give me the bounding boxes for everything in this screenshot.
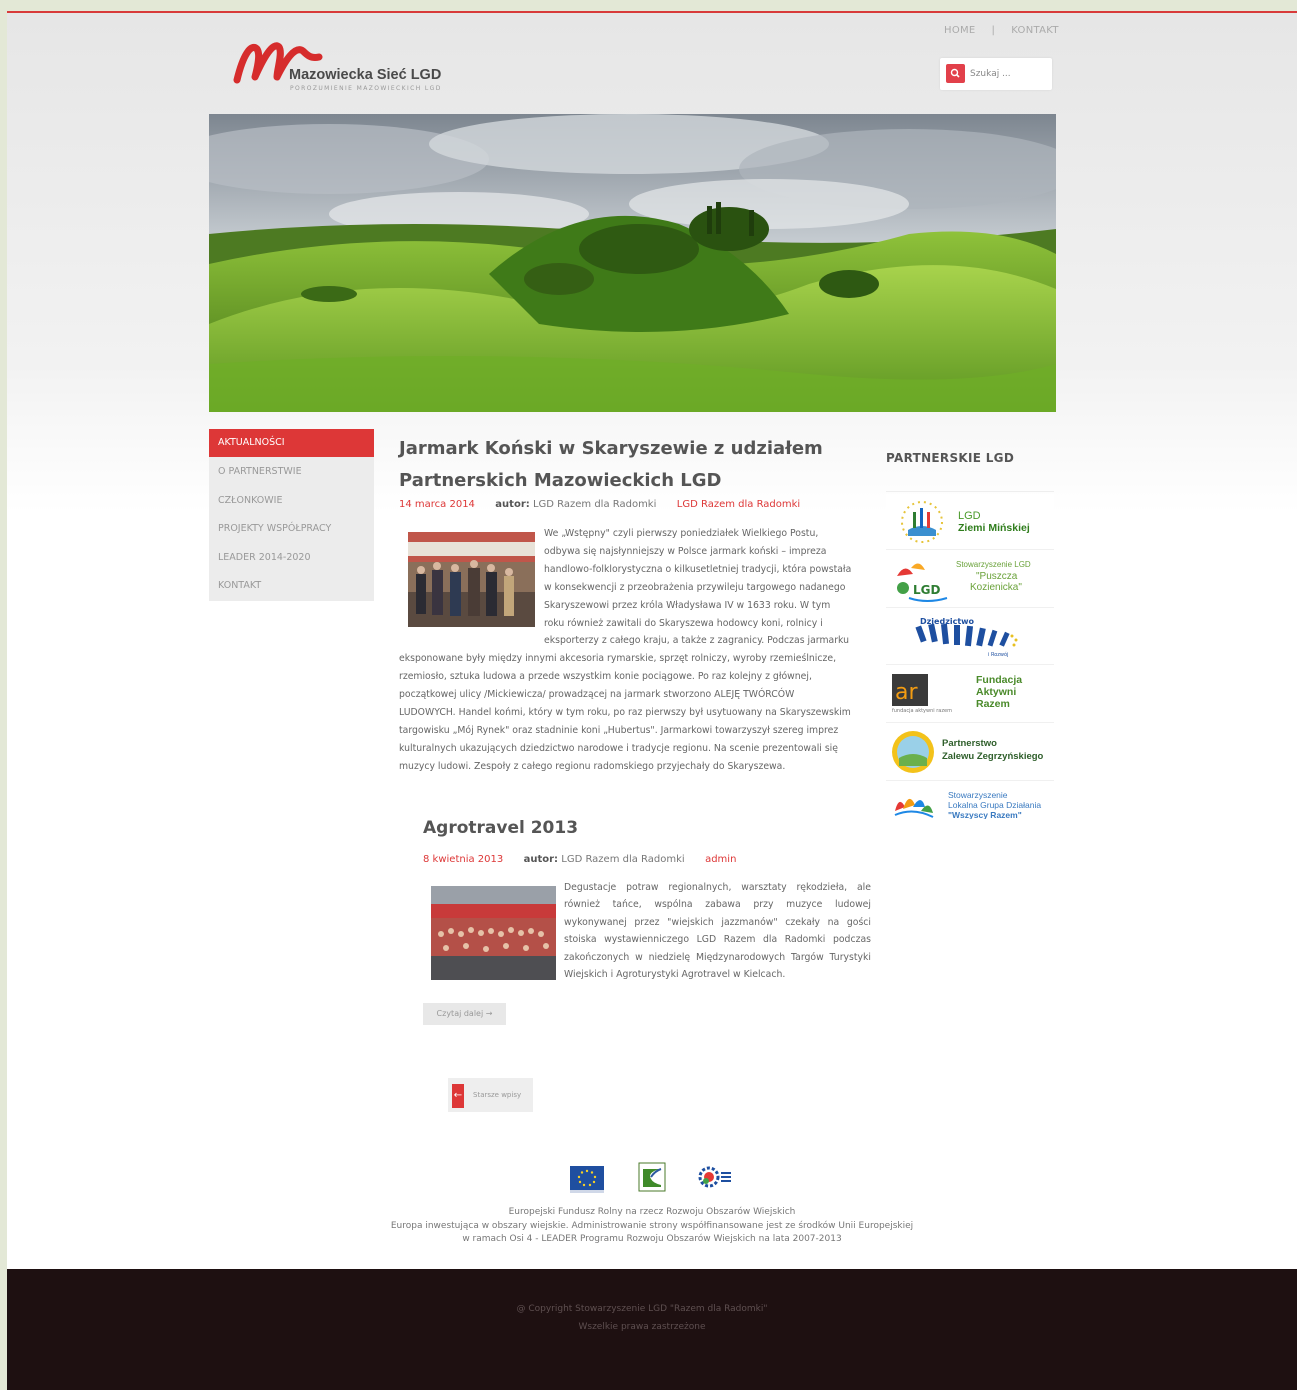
article-thumbnail[interactable] [408, 532, 535, 627]
footer-funding-text: Europejski Fundusz Rolny na rzecz Rozwoj… [287, 1206, 1017, 1247]
article-author[interactable]: LGD Razem dla Radomki [533, 499, 656, 510]
top-nav: HOME | KONTAKT [936, 25, 1067, 36]
hero-landscape-image [209, 114, 1056, 412]
older-posts-label: Starsze wpisy [473, 1091, 522, 1099]
partner-logo-icon [894, 798, 934, 818]
partner-line1: Stowarzyszenie [948, 790, 1008, 800]
partner-line2: i Rozwój [988, 651, 1008, 658]
menu-item-projekty-wspolpracy[interactable]: PROJEKTY WSPÓŁPRACY [209, 515, 374, 543]
partner-line2: "Puszcza [976, 571, 1018, 582]
footer-line: Europejski Fundusz Rolny na rzecz Rozwoj… [508, 1207, 796, 1217]
side-menu: AKTUALNOŚCI O PARTNERSTWIE CZŁONKOWIE PR… [209, 429, 374, 601]
search-input[interactable] [970, 66, 1046, 82]
nav-separator: | [991, 25, 996, 36]
partner-logo-icon [892, 731, 934, 773]
article-title[interactable]: Agrotravel 2013 [423, 818, 578, 838]
article-date[interactable]: 14 marca 2014 [399, 499, 475, 510]
partner-line2: Lokalna Grupa Działania [948, 800, 1042, 810]
partner-line2: Aktywni [976, 686, 1017, 698]
partner-line1: Partnerstwo [942, 738, 997, 749]
author-label: autor: [523, 854, 559, 865]
svg-text:ar: ar [895, 680, 918, 705]
search-button[interactable] [946, 64, 965, 83]
article-category[interactable]: admin [705, 854, 736, 865]
partner-logo-icon: Dziedzictwo i Rozwój [915, 617, 1018, 658]
partner-line3: Razem [976, 698, 1010, 710]
menu-item-aktualnosci[interactable]: AKTUALNOŚCI [209, 429, 374, 457]
footer-logos [567, 1161, 747, 1201]
partner-small-caption: fundacja aktywni razem [892, 708, 952, 714]
partner-line2: Ziemi Mińskiej [958, 522, 1030, 534]
page-frame: HOME | KONTAKT Mazowiecka Sieć LGD POROZUM… [7, 11, 1297, 1390]
partner-line1: LGD [958, 510, 981, 522]
rights-text: Wszelkie prawa zastrzeżone [578, 1322, 706, 1332]
article-title[interactable]: Jarmark Koński w Skaryszewie z udziałem … [399, 433, 839, 497]
partner-zalew-zegrzynski[interactable]: Partnerstwo Zalewu Zegrzyńskiego [886, 725, 1054, 781]
prow-logo-icon [698, 1166, 731, 1188]
search-box [940, 58, 1052, 90]
partners-heading: PARTNERSKIE LGD [886, 451, 1015, 465]
partner-wszyscy-razem[interactable]: Stowarzyszenie Lokalna Grupa Działania "… [886, 783, 1054, 819]
article-category[interactable]: LGD Razem dla Radomki [677, 499, 800, 510]
logo-subtitle: POROZUMIENIE MAZOWIECKICH LGD [290, 85, 442, 92]
partner-logo-icon: LGD [897, 563, 948, 602]
partner-puszcza-kozienicka[interactable]: LGD Stowarzyszenie LGD "Puszcza Kozienic… [886, 552, 1054, 608]
article-date[interactable]: 8 kwietnia 2013 [423, 854, 503, 865]
footer-line: w ramach Osi 4 - LEADER Programu Rozwoju… [462, 1234, 842, 1244]
menu-item-leader-2014-2020[interactable]: LEADER 2014-2020 [209, 544, 374, 572]
copyright-text: @ Copyright Stowarzyszenie LGD "Razem dl… [516, 1304, 768, 1314]
article-meta: 8 kwietnia 2013 autor: LGD Razem dla Rad… [423, 854, 736, 865]
logo-title[interactable]: Mazowiecka Sieć LGD [289, 67, 441, 83]
partner-lgd-ziemi-minskiej[interactable]: LGD Ziemi Mińskiej [886, 494, 1054, 550]
menu-item-o-partnerstwie[interactable]: O PARTNERSTWIE [209, 458, 374, 486]
svg-text:LGD: LGD [913, 583, 940, 597]
partner-line3: Kozienicka" [970, 582, 1022, 593]
nav-contact-link[interactable]: KONTAKT [1011, 25, 1059, 36]
article-thumbnail[interactable] [431, 886, 556, 980]
partner-line1: Stowarzyszenie LGD [956, 560, 1031, 569]
partner-line3: "Wszyscy Razem" [948, 810, 1022, 819]
copyright: @ Copyright Stowarzyszenie LGD "Razem dl… [7, 1300, 1277, 1336]
search-icon [950, 68, 960, 78]
menu-item-czlonkowie[interactable]: CZŁONKOWIE [209, 487, 374, 515]
footer-line: Europa inwestująca w obszary wiejskie. A… [390, 1220, 914, 1231]
eu-flag-icon [570, 1166, 604, 1193]
menu-item-kontakt[interactable]: KONTAKT [209, 572, 374, 600]
partner-line2: Zalewu Zegrzyńskiego [942, 751, 1044, 762]
article-author[interactable]: LGD Razem dla Radomki [561, 854, 684, 865]
partner-dziedzictwo-i-rozwoj[interactable]: Dziedzictwo i Rozwój [886, 609, 1054, 665]
partner-line1: Dziedzictwo [920, 617, 975, 626]
arrow-left-icon: ← [452, 1084, 464, 1108]
partner-fundacja-aktywni-razem[interactable]: ar fundacja aktywni razem Fundacja Aktyw… [886, 667, 1054, 723]
partner-line1: Fundacja [976, 674, 1023, 686]
partner-logo-icon [901, 501, 943, 543]
partners-list: LGD Ziemi Mińskiej LGD Stowarzyszenie LG… [886, 491, 1054, 819]
partner-logo-icon: ar [892, 674, 928, 706]
article-body: Degustacje potraw regionalnych, warsztat… [564, 882, 871, 981]
article-meta: 14 marca 2014 autor: LGD Razem dla Radom… [399, 499, 800, 510]
leader-logo-icon [638, 1162, 666, 1192]
author-label: autor: [495, 499, 530, 510]
read-more-button[interactable]: Czytaj dalej → [423, 1003, 506, 1025]
nav-home-link[interactable]: HOME [944, 25, 976, 36]
older-posts-button[interactable]: ← Starsze wpisy [448, 1078, 533, 1112]
